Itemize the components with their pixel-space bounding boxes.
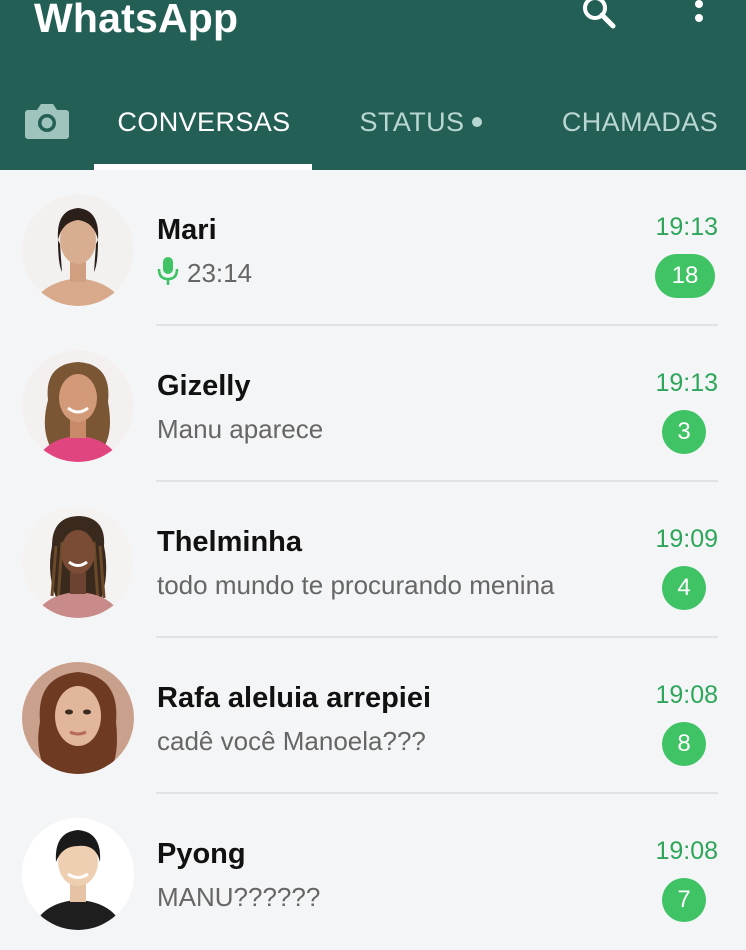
avatar[interactable] <box>22 350 134 462</box>
avatar[interactable] <box>22 506 134 618</box>
contact-name: Mari <box>157 214 217 246</box>
unread-badge: 8 <box>662 722 706 766</box>
message-time: 19:13 <box>655 369 718 397</box>
unread-badge: 18 <box>655 254 715 298</box>
chat-item-thelminha[interactable]: Thelminha todo mundo te procurando menin… <box>0 482 746 638</box>
status-update-dot <box>472 116 483 127</box>
avatar[interactable] <box>22 194 134 306</box>
message-preview: cadê você Manoela??? <box>157 726 426 756</box>
app-bar: WhatsApp CONVERSAS STATUS CHAMADAS <box>0 0 746 170</box>
mic-icon <box>157 257 179 285</box>
chat-item-rafa[interactable]: Rafa aleluia arrepiei cadê você Manoela?… <box>0 638 746 794</box>
contact-photo <box>22 506 134 618</box>
contact-photo <box>22 662 134 774</box>
contact-name: Pyong <box>157 838 246 870</box>
message-time: 19:08 <box>655 681 718 709</box>
voice-message-duration: 23:14 <box>187 258 253 288</box>
app-title: WhatsApp <box>34 0 239 41</box>
tab-status-label: STATUS <box>359 107 465 137</box>
tab-status[interactable]: STATUS <box>346 104 496 144</box>
message-preview: todo mundo te procurando menina <box>157 570 555 600</box>
more-options-button[interactable] <box>684 0 714 34</box>
search-button[interactable] <box>578 0 620 34</box>
unread-badge: 3 <box>662 410 706 454</box>
more-vert-icon <box>695 0 703 22</box>
camera-tab[interactable] <box>22 98 72 142</box>
tab-chamadas-label: CHAMADAS <box>561 107 719 137</box>
avatar[interactable] <box>22 818 134 930</box>
contact-photo <box>22 818 134 930</box>
tab-conversas-label: CONVERSAS <box>117 107 291 137</box>
message-time: 19:09 <box>655 525 718 553</box>
camera-icon <box>25 104 69 139</box>
message-preview: 23:14 <box>157 256 252 290</box>
message-preview: MANU?????? <box>157 882 321 912</box>
message-time: 19:13 <box>655 213 718 241</box>
unread-badge: 7 <box>662 878 706 922</box>
contact-photo <box>22 350 134 462</box>
chat-item-gizelly[interactable]: Gizelly Manu aparece 19:13 3 <box>0 326 746 482</box>
search-icon <box>583 0 616 29</box>
contact-name: Gizelly <box>157 370 251 402</box>
message-preview: Manu aparece <box>157 414 324 444</box>
avatar[interactable] <box>22 662 134 774</box>
tab-chamadas[interactable]: CHAMADAS <box>552 104 728 144</box>
message-time: 19:08 <box>655 837 718 865</box>
contact-name: Rafa aleluia arrepiei <box>157 682 432 714</box>
chat-item-mari[interactable]: Mari 23:14 19:13 18 <box>0 170 746 326</box>
contact-photo <box>22 194 134 306</box>
tab-conversas[interactable]: CONVERSAS <box>96 104 312 144</box>
contact-name: Thelminha <box>157 526 303 558</box>
unread-badge: 4 <box>662 566 706 610</box>
chat-item-pyong[interactable]: Pyong MANU?????? 19:08 7 <box>0 794 746 950</box>
